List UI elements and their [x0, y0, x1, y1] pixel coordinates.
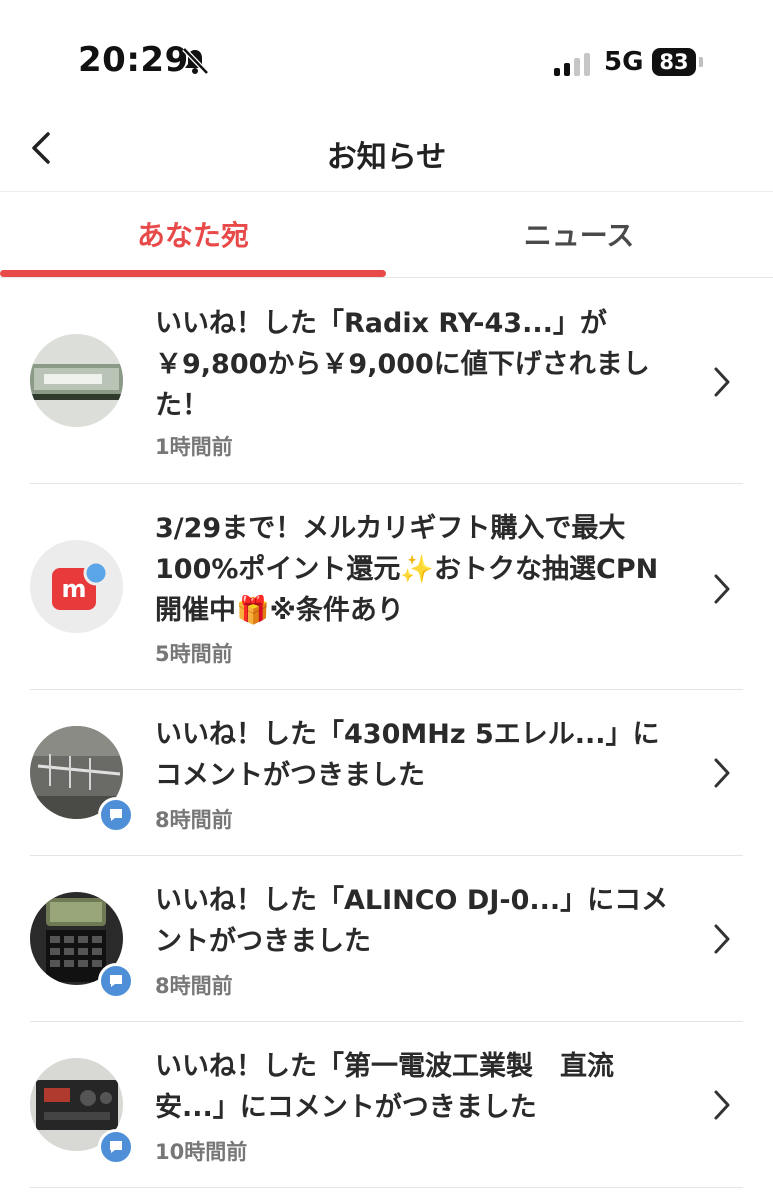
notification-text: いいね！した「430MHz 5エレル...」にコメントがつきました [155, 719, 660, 791]
notification-item[interactable]: いいね！した「ALINCO DJ-0...」にコメントがつきました 8時間前 [30, 856, 743, 1022]
chevron-right-icon [714, 924, 730, 954]
status-bar: 20:29 5G 83 [0, 0, 773, 120]
status-time: 20:29 [78, 40, 189, 80]
notification-time: 8時間前 [155, 974, 233, 998]
notification-item[interactable]: いいね！した「Radix RY-43...」が￥9,800から￥9,000に値下… [30, 279, 743, 484]
notification-item[interactable]: いいね！した「430MHz 5エレル...」にコメントがつきました 8時間前 [30, 690, 743, 856]
notification-text: 3/29まで！メルカリギフト購入で最大100%ポイント還元✨おトクな抽選CPN開… [155, 513, 659, 626]
notification-time: 10時間前 [155, 1140, 248, 1164]
notification-text: いいね！した「第一電波工業製 直流安...」にコメントがつきました [155, 1051, 614, 1123]
chevron-right-icon [714, 1090, 730, 1120]
tab-bar: あなた宛 ニュース [0, 193, 773, 278]
page-title: お知らせ [326, 140, 447, 175]
notification-item[interactable]: m 3/29まで！メルカリギフト購入で最大100%ポイント還元✨おトクな抽選CP… [30, 484, 743, 690]
battery-icon: 83 [652, 48, 696, 76]
notification-item[interactable]: いいね！した「第一電波工業製 直流安...」にコメントがつきました 10時間前 [30, 1022, 743, 1188]
comment-badge [98, 1129, 134, 1165]
mercari-logo-icon: m [30, 540, 123, 633]
bell-off-icon [182, 47, 209, 75]
signal-strength-icon [554, 52, 592, 76]
comment-icon [110, 1141, 122, 1153]
notification-text: いいね！した「ALINCO DJ-0...」にコメントがつきました [155, 885, 669, 957]
tab-news[interactable]: ニュース [386, 193, 772, 278]
battery-nub [699, 57, 703, 67]
comment-badge [98, 797, 134, 833]
header: お知らせ [0, 110, 773, 192]
comment-icon [110, 809, 122, 821]
comment-badge [98, 963, 134, 999]
tab-for-you[interactable]: あなた宛 [0, 193, 386, 278]
active-tab-indicator [0, 270, 386, 277]
notification-time: 8時間前 [155, 808, 233, 832]
antenna-box-image [30, 334, 123, 427]
comment-icon [110, 975, 122, 987]
notification-text: いいね！した「Radix RY-43...」が￥9,800から￥9,000に値下… [155, 308, 650, 421]
chevron-right-icon [714, 367, 730, 397]
notification-time: 5時間前 [155, 642, 233, 666]
notification-time: 1時間前 [155, 435, 233, 459]
svg-text:m: m [61, 575, 86, 603]
chevron-right-icon [714, 574, 730, 604]
notification-list: いいね！した「Radix RY-43...」が￥9,800から￥9,000に値下… [0, 279, 773, 1188]
product-thumbnail [30, 334, 123, 427]
network-label: 5G [604, 47, 644, 77]
mercari-avatar: m [30, 540, 123, 633]
chevron-right-icon [714, 758, 730, 788]
